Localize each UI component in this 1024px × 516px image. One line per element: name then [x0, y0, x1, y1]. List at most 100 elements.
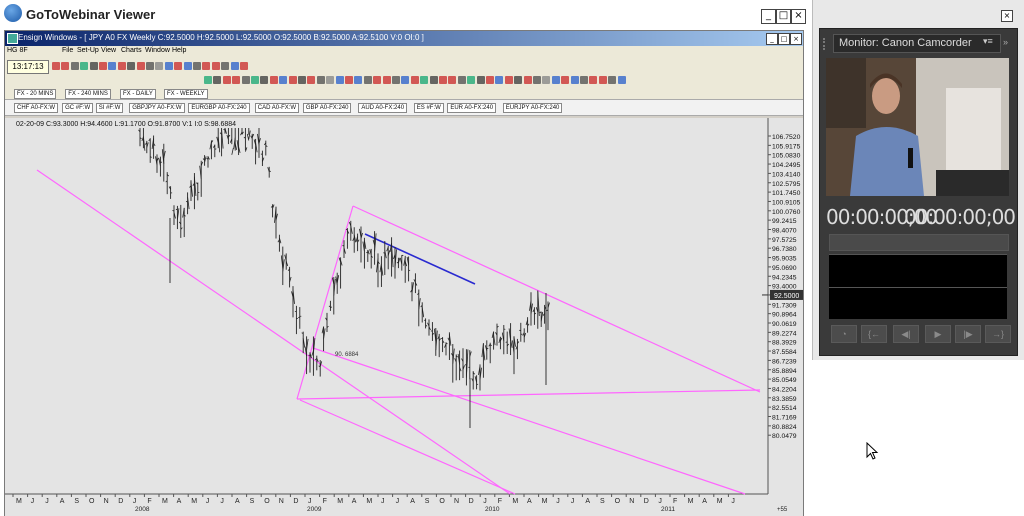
toolbar-tool-icon[interactable] — [202, 62, 211, 70]
step-forward-icon[interactable]: |▶ — [955, 325, 981, 343]
go-to-in-icon[interactable]: {← — [861, 325, 887, 343]
toolbar-tool-icon[interactable] — [232, 76, 241, 84]
toolbar-tool-icon[interactable] — [523, 76, 532, 84]
step-back-icon[interactable]: ◀| — [893, 325, 919, 343]
toolbar-tool-icon[interactable] — [467, 76, 476, 84]
monitor-close-button[interactable]: × — [1001, 10, 1013, 22]
toolbar-tool-icon[interactable] — [551, 76, 560, 84]
toolbar-tool-icon[interactable] — [99, 62, 107, 70]
toolbar-tool-icon[interactable] — [260, 76, 269, 84]
toolbar-tool-icon[interactable] — [448, 76, 457, 84]
chart-tab[interactable]: EURJPY A0-FX:240 — [502, 103, 563, 113]
toolbar-tool-icon[interactable] — [410, 76, 419, 84]
toolbar-tool-icon[interactable] — [429, 76, 438, 84]
toolbar-tool-icon[interactable] — [420, 76, 429, 84]
price-chart[interactable]: 106.7520 105.9175 105.0830 104.2495 103.4140… — [5, 118, 803, 516]
chart-tab[interactable]: ES #F:W — [413, 103, 444, 113]
ensign-minimize-button[interactable]: _ — [766, 33, 778, 45]
maximize-button[interactable]: □ — [776, 9, 791, 24]
toolbar-tool-icon[interactable] — [108, 62, 117, 70]
ensign-close-button[interactable]: × — [790, 33, 802, 45]
toolbar-tool-icon[interactable] — [89, 62, 98, 70]
toolbar-tool-icon[interactable] — [570, 76, 579, 84]
panel-expand-icon[interactable]: » — [1003, 37, 1008, 47]
toolbar-tool-icon[interactable] — [298, 76, 306, 84]
menu-view[interactable]: View — [101, 47, 116, 54]
toolbar-tool-icon[interactable] — [533, 76, 541, 84]
toolbar-tool-icon[interactable] — [608, 76, 617, 84]
toolbar-tool-icon[interactable] — [382, 76, 391, 84]
menu-setup[interactable]: Set-Up — [77, 47, 99, 54]
menu-file[interactable]: File — [62, 47, 73, 54]
toolbar-tool-icon[interactable] — [580, 76, 588, 84]
chart-tab[interactable]: SI #F:W — [95, 103, 124, 113]
toolbar-tool-icon[interactable] — [117, 62, 126, 70]
play-icon[interactable]: ▶ — [925, 325, 951, 343]
chart-tab[interactable]: CAD A0-FX:W — [254, 103, 300, 113]
toolbar-tool-icon[interactable] — [457, 76, 466, 84]
toolbar-tool-icon[interactable] — [204, 76, 212, 84]
close-button[interactable]: × — [791, 9, 806, 24]
toolbar-tool-icon[interactable] — [392, 76, 400, 84]
toolbar-tool-icon[interactable] — [335, 76, 344, 84]
toolbar-tool-icon[interactable] — [211, 62, 220, 70]
panel-menu-icon[interactable]: ▾≡ — [983, 36, 993, 47]
toolbar-tool-icon[interactable] — [598, 76, 607, 84]
menu-window[interactable]: Window — [145, 47, 170, 54]
chart-tab[interactable]: EURGBP A0-FX:240 — [188, 103, 250, 113]
toolbar-tool-icon[interactable] — [70, 62, 79, 70]
toolbar-tool-icon[interactable] — [269, 76, 278, 84]
toolbar-tool-icon[interactable] — [561, 76, 570, 84]
toolbar-tool-icon[interactable] — [221, 62, 230, 70]
chart-tab[interactable]: EUR A0-FX:240 — [447, 103, 497, 113]
toolbar-tool-icon[interactable] — [52, 62, 60, 70]
toolbar-tool-icon[interactable] — [241, 76, 250, 84]
chart-tab[interactable]: AUD A0-FX:240 — [358, 103, 408, 113]
toolbar-tool-icon[interactable] — [504, 76, 513, 84]
toolbar-tool-icon[interactable] — [345, 76, 353, 84]
toolbar-tool-icon[interactable] — [279, 76, 288, 84]
toolbar-tool-icon[interactable] — [61, 62, 70, 70]
page-tab[interactable]: FX - 240 MINS — [65, 89, 111, 99]
mark-icon[interactable]: ◔ — [831, 325, 857, 343]
toolbar-tool-icon[interactable] — [354, 76, 363, 84]
toolbar-tool-icon[interactable] — [326, 76, 335, 84]
toolbar-tool-icon[interactable] — [164, 62, 173, 70]
scrub-bar[interactable] — [829, 234, 1009, 251]
toolbar-tool-icon[interactable] — [240, 62, 248, 70]
toolbar-tool-icon[interactable] — [363, 76, 372, 84]
toolbar-tool-icon[interactable] — [401, 76, 410, 84]
toolbar-tool-icon[interactable] — [213, 76, 222, 84]
toolbar-tool-icon[interactable] — [542, 76, 551, 84]
toolbar-tool-icon[interactable] — [307, 76, 316, 84]
toolbar-tool-icon[interactable] — [155, 62, 164, 70]
menu-help[interactable]: Help — [172, 47, 186, 54]
toolbar-tool-icon[interactable] — [127, 62, 136, 70]
drag-handle-icon[interactable] — [823, 38, 831, 50]
toolbar-tool-icon[interactable] — [476, 76, 485, 84]
toolbar-tool-icon[interactable] — [183, 62, 192, 70]
toolbar-tool-icon[interactable] — [514, 76, 523, 84]
toolbar-tool-icon[interactable] — [439, 76, 447, 84]
ensign-maximize-button[interactable]: □ — [778, 33, 790, 45]
toolbar-tool-icon[interactable] — [486, 76, 494, 84]
toolbar-tool-icon[interactable] — [495, 76, 504, 84]
chart-tab[interactable]: GC #F:W — [62, 103, 94, 113]
page-tab[interactable]: FX - 20 MINS — [14, 89, 57, 99]
chart-tab[interactable]: GBPJPY A0-FX:W — [129, 103, 185, 113]
toolbar-tool-icon[interactable] — [136, 62, 145, 70]
go-to-out-icon[interactable]: →} — [985, 325, 1011, 343]
toolbar-tool-icon[interactable] — [174, 62, 183, 70]
toolbar-tool-icon[interactable] — [373, 76, 382, 84]
minimize-button[interactable]: _ — [761, 9, 776, 24]
toolbar-tool-icon[interactable] — [617, 76, 626, 84]
toolbar-tool-icon[interactable] — [230, 62, 239, 70]
toolbar-tool-icon[interactable] — [146, 62, 154, 70]
chart-tab[interactable]: CHF A0-FX:W — [14, 103, 59, 113]
toolbar-tool-icon[interactable] — [222, 76, 231, 84]
page-tab[interactable]: FX - WEEKLY — [164, 89, 208, 99]
chart-tab[interactable]: GBP A0-FX:240 — [302, 103, 352, 113]
toolbar-tool-icon[interactable] — [316, 76, 325, 84]
menu-charts[interactable]: Charts — [121, 47, 142, 54]
toolbar-tool-icon[interactable] — [589, 76, 598, 84]
